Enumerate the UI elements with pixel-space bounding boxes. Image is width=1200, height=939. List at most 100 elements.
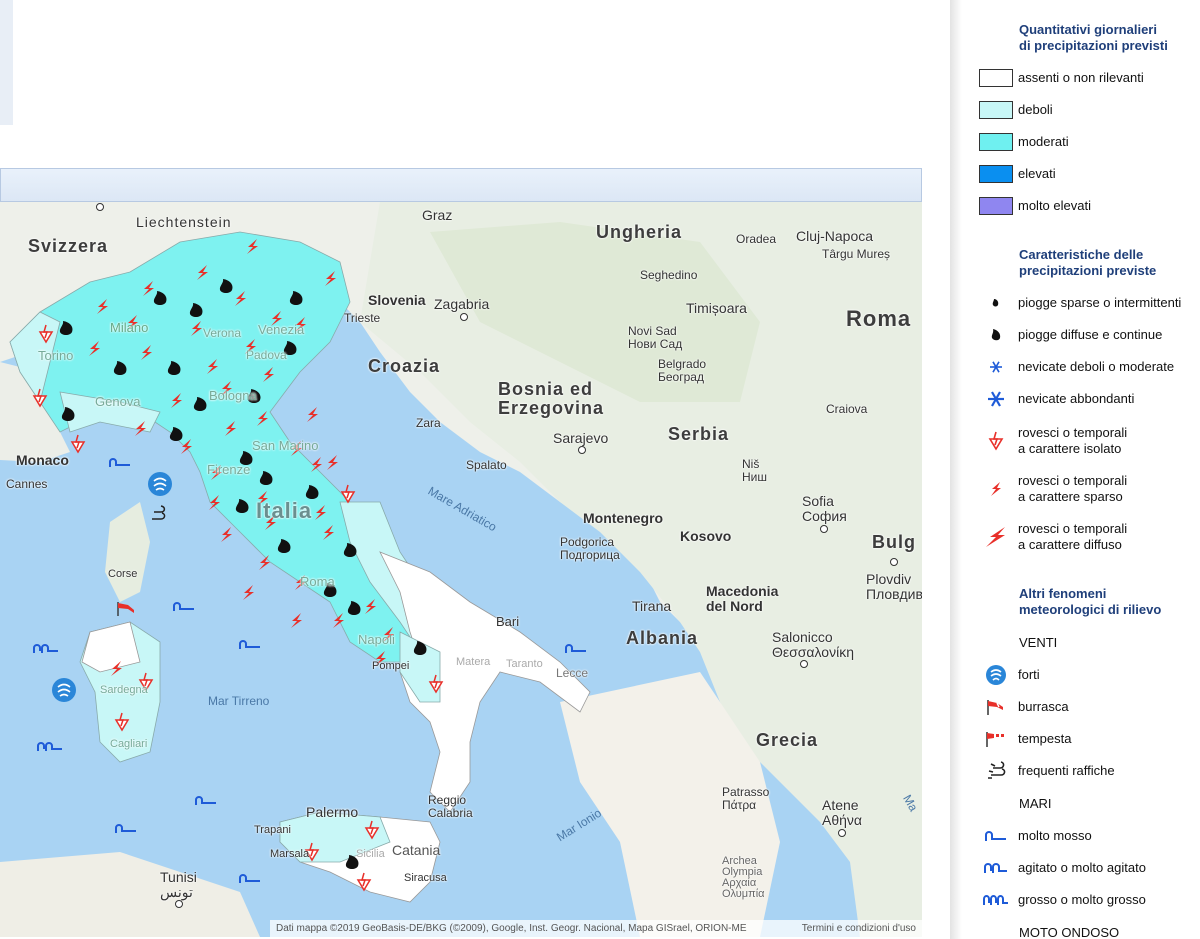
legend-item-label: piogge diffuse e continue bbox=[1018, 327, 1163, 342]
city-label-corse: Corse bbox=[108, 568, 138, 580]
legend-item-label: burrasca bbox=[1018, 699, 1069, 714]
city-label-trieste: Trieste bbox=[344, 311, 381, 325]
left-panel-edge bbox=[0, 0, 13, 125]
country-label-macedonia: Macedonia del Nord bbox=[706, 583, 779, 614]
scattered-storm-icon bbox=[209, 495, 220, 510]
scattered-storm-icon bbox=[181, 439, 192, 454]
legend-item-label: rovesci o temporali a carattere sparso bbox=[1018, 473, 1128, 504]
legend-mari-label: MARI bbox=[1019, 796, 1052, 811]
wave-1-icon bbox=[979, 825, 1013, 847]
legend-item: piogge diffuse e continue bbox=[972, 324, 1200, 346]
drop-icon bbox=[193, 397, 207, 411]
city-label-seghedino: Seghedino bbox=[640, 268, 698, 282]
city-label-sofia: Sofia София bbox=[802, 493, 847, 524]
drop-icon bbox=[59, 321, 73, 335]
widespread-storm-icon bbox=[979, 526, 1013, 548]
scattered-storm-icon bbox=[207, 359, 218, 374]
isolated-storm-icon bbox=[340, 484, 356, 504]
city-label-roma: Roma bbox=[300, 574, 335, 589]
scattered-storm-icon bbox=[257, 411, 268, 426]
city-label-genova: Genova bbox=[95, 394, 141, 409]
city-marker bbox=[800, 660, 808, 668]
legend-item: nevicate deboli o moderate bbox=[972, 356, 1200, 378]
isolated-storm-icon bbox=[356, 872, 372, 892]
legend-item-label: molto elevati bbox=[1018, 198, 1091, 213]
small-drop-icon bbox=[979, 292, 1013, 314]
scattered-storm-icon bbox=[311, 457, 322, 472]
city-label-atene: Atene Αθήνα bbox=[822, 797, 863, 828]
legend-item-label: deboli bbox=[1018, 102, 1053, 117]
gale-icon bbox=[979, 696, 1013, 718]
city-label-salonicco: Salonicco Θεσσαλονίκη bbox=[772, 629, 854, 660]
city-label-novisad: Novi Sad Нови Сад bbox=[628, 324, 683, 351]
drop-icon bbox=[259, 471, 273, 485]
terms-link[interactable]: Termini e condizioni d'uso bbox=[802, 920, 916, 937]
storm-wind-icon bbox=[979, 728, 1013, 750]
city-label-siracusa: Siracusa bbox=[404, 872, 447, 884]
country-label-monaco: Monaco bbox=[16, 452, 69, 468]
legend-venti-label: VENTI bbox=[1019, 635, 1058, 650]
scattered-storm-icon bbox=[291, 613, 302, 628]
city-label-zagabria: Zagabria bbox=[434, 296, 490, 312]
city-label-plovdiv: Plovdiv Пловдив bbox=[866, 571, 922, 602]
scattered-storm-icon bbox=[225, 421, 236, 436]
snowflake-icon bbox=[979, 388, 1013, 410]
panel-separator bbox=[950, 0, 962, 939]
city-label-milano: Milano bbox=[110, 320, 149, 335]
city-label-bari: Bari bbox=[496, 614, 520, 629]
wave-3-icon bbox=[979, 889, 1013, 911]
scattered-storm-icon bbox=[141, 345, 152, 360]
wave-1-icon bbox=[565, 644, 586, 653]
legend-item: piogge sparse o intermittenti bbox=[972, 292, 1200, 314]
country-label-slovenia: Slovenia bbox=[368, 292, 426, 308]
drop-icon bbox=[61, 407, 75, 421]
city-label-cannes: Cannes bbox=[6, 477, 48, 491]
drop-icon bbox=[979, 324, 1013, 346]
city-label-spalato: Spalato bbox=[466, 458, 507, 472]
scattered-storm-icon bbox=[89, 341, 100, 356]
city-marker bbox=[175, 900, 183, 908]
weather-map[interactable]: Svizzera Liechtenstein Graz Ungheria Ora… bbox=[0, 202, 922, 937]
scattered-storm-icon bbox=[327, 455, 338, 470]
country-label-grecia: Grecia bbox=[756, 730, 819, 750]
wave-2-icon bbox=[37, 742, 62, 751]
scattered-storm-icon bbox=[247, 239, 258, 254]
wave-2-icon bbox=[979, 857, 1013, 879]
city-label-catania: Catania bbox=[392, 842, 441, 858]
isolated-storm-icon bbox=[70, 434, 86, 454]
city-label-palermo: Palermo bbox=[306, 804, 359, 820]
scattered-storm-icon bbox=[315, 505, 326, 520]
city-label-tirana: Tirana bbox=[632, 598, 672, 614]
legend-item-label: grosso o molto grosso bbox=[1018, 892, 1146, 907]
city-label-belgrado: Belgrado Београд bbox=[658, 357, 707, 384]
legend-item-label: frequenti raffiche bbox=[1018, 763, 1115, 778]
city-marker bbox=[820, 525, 828, 533]
city-label-verona: Verona bbox=[203, 326, 242, 340]
city-label-tunisi: Tunisi تونس bbox=[160, 869, 197, 900]
country-label-kosovo: Kosovo bbox=[680, 528, 732, 544]
city-label-nis: Niš Ниш bbox=[742, 457, 767, 484]
color-swatch bbox=[979, 165, 1013, 183]
city-label-sardegna: Sardegna bbox=[100, 684, 148, 696]
scattered-storm-icon bbox=[135, 421, 146, 436]
strong-wind-icon bbox=[979, 664, 1013, 686]
drop-icon bbox=[347, 601, 361, 615]
wave-2-icon bbox=[33, 644, 58, 653]
city-label-reggio: Reggio Calabria bbox=[428, 793, 473, 820]
scattered-storm-icon bbox=[325, 271, 336, 286]
city-label-torino: Torino bbox=[38, 348, 74, 363]
legend-item: elevati bbox=[972, 163, 1200, 185]
city-marker bbox=[890, 558, 898, 566]
color-swatch bbox=[979, 69, 1013, 87]
map-attribution-bar: Dati mappa ©2019 GeoBasis-DE/BKG (©2009)… bbox=[270, 920, 922, 937]
scattered-storm-icon bbox=[235, 291, 246, 306]
gusts-icon bbox=[152, 505, 166, 520]
scattered-storm-icon bbox=[143, 281, 154, 296]
country-label-bosnia: Bosnia ed Erzegovina bbox=[498, 379, 605, 418]
city-label-zara: Zara bbox=[416, 416, 441, 430]
city-label-craiova: Craiova bbox=[826, 402, 868, 416]
scattered-storm-icon bbox=[979, 478, 1013, 500]
city-label-graz: Graz bbox=[422, 207, 453, 223]
scattered-storm-icon bbox=[259, 555, 270, 570]
page: Svizzera Liechtenstein Graz Ungheria Ora… bbox=[0, 0, 1200, 939]
